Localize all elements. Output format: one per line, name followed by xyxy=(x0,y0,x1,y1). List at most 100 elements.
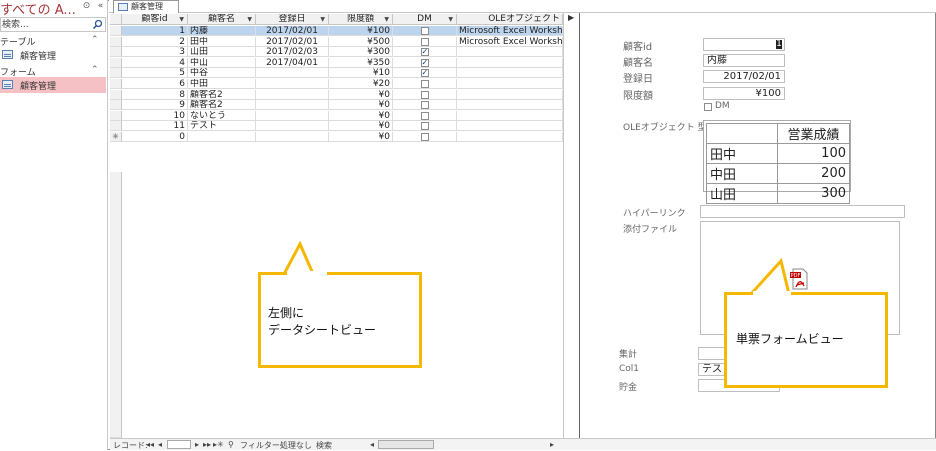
cell-id[interactable]: 3 xyxy=(122,47,188,58)
cell-limit[interactable]: ¥500 xyxy=(329,36,393,47)
cell-name[interactable]: 中谷 xyxy=(188,68,256,79)
field-date-input[interactable]: 2017/02/01 xyxy=(703,70,785,83)
checkbox-unchecked-icon[interactable] xyxy=(420,133,429,141)
cell-name[interactable]: 田中 xyxy=(188,36,256,47)
cell-ole[interactable] xyxy=(457,100,563,111)
cell-date[interactable] xyxy=(256,89,329,100)
search-icon[interactable] xyxy=(92,19,103,30)
cell-limit[interactable]: ¥0 xyxy=(329,100,393,111)
dm-cell[interactable] xyxy=(393,110,457,121)
nav-item-form-customer[interactable]: 顧客管理 xyxy=(0,77,106,93)
prev-record-button[interactable]: ◂ xyxy=(158,440,162,449)
cell-id[interactable]: 9 xyxy=(122,100,188,111)
checkbox-checked-icon[interactable]: ✓ xyxy=(420,48,429,57)
row-selector[interactable] xyxy=(110,121,122,132)
nav-pane-header[interactable]: すべての A... ⊙ « xyxy=(0,0,108,18)
table-row[interactable]: 5 中谷 ¥10 ✓ xyxy=(110,68,563,79)
cell-name[interactable]: テスト xyxy=(188,121,256,132)
cell-date[interactable]: 2017/02/01 xyxy=(256,36,329,47)
cell-name[interactable]: ないとう xyxy=(188,110,256,121)
nav-pane-title[interactable]: すべての A... xyxy=(0,0,76,18)
cell-limit[interactable]: ¥0 xyxy=(329,132,393,142)
row-selector[interactable] xyxy=(110,57,122,68)
cell-limit[interactable]: ¥20 xyxy=(329,79,393,89)
field-name-input[interactable]: 内藤 xyxy=(703,54,785,67)
table-row[interactable]: 3 山田 2017/02/03 ¥300 ✓ xyxy=(110,47,563,58)
dm-cell[interactable] xyxy=(393,79,457,89)
cell-limit[interactable]: ¥0 xyxy=(329,89,393,100)
dm-checkbox[interactable] xyxy=(704,103,712,111)
cell-ole[interactable] xyxy=(457,47,563,58)
table-row[interactable]: 2 田中 2017/02/01 ¥500 Microsoft Excel Worksh xyxy=(110,36,563,47)
new-record-row[interactable]: ✳ 0 ¥0 xyxy=(110,132,563,142)
row-selector[interactable] xyxy=(110,36,122,47)
dm-cell[interactable]: ✓ xyxy=(393,47,457,58)
column-header-name[interactable]: 顧客名 ▼ xyxy=(188,14,256,25)
checkbox-checked-icon[interactable]: ✓ xyxy=(420,69,429,78)
cell-date[interactable] xyxy=(256,110,329,121)
dm-cell[interactable] xyxy=(393,132,457,142)
cell-limit[interactable]: ¥100 xyxy=(329,26,393,36)
table-row[interactable]: 4 中山 2017/04/01 ¥350 ✓ xyxy=(110,57,563,68)
nav-item-table-customer[interactable]: 顧客管理 xyxy=(0,47,106,63)
cell-id[interactable]: 2 xyxy=(122,36,188,47)
cell-id[interactable]: 1 xyxy=(122,26,188,36)
cell-name[interactable]: 中田 xyxy=(188,79,256,89)
cell-id[interactable]: 11 xyxy=(122,121,188,132)
sort-dropdown-icon[interactable]: ▼ xyxy=(448,14,453,25)
checkbox-unchecked-icon[interactable] xyxy=(420,37,429,46)
nav-search-input[interactable] xyxy=(1,18,89,31)
column-header-limit[interactable]: 限度額 ▼ xyxy=(329,14,393,25)
sort-dropdown-icon[interactable]: ▼ xyxy=(320,14,325,25)
chevron-up-icon[interactable]: ⌃ xyxy=(91,35,99,45)
row-selector[interactable] xyxy=(110,110,122,121)
first-record-button[interactable]: ◂◂ xyxy=(146,440,154,449)
dm-cell[interactable] xyxy=(393,89,457,100)
tab-customer-management[interactable]: 顧客管理 xyxy=(113,0,179,13)
row-selector[interactable] xyxy=(110,100,122,111)
dm-cell[interactable]: ✓ xyxy=(393,57,457,68)
table-row[interactable]: 8 顧客名2 ¥0 xyxy=(110,89,563,100)
dm-cell[interactable]: ✓ xyxy=(393,68,457,79)
table-row[interactable]: 10 ないとう ¥0 xyxy=(110,110,563,121)
cell-date[interactable]: 2017/02/03 xyxy=(256,47,329,58)
row-selector[interactable]: ✳ xyxy=(110,132,122,142)
cell-id[interactable]: 0 xyxy=(122,132,188,142)
select-all-corner[interactable] xyxy=(110,14,122,25)
scroll-right-icon[interactable]: ▸ xyxy=(550,440,554,449)
next-record-button[interactable]: ▸ xyxy=(195,440,199,449)
row-selector[interactable] xyxy=(110,68,122,79)
cell-name[interactable]: 内藤 xyxy=(188,26,256,36)
last-record-button[interactable]: ▸▸ xyxy=(203,440,211,449)
splitter-arrow-icon[interactable]: ▶ xyxy=(568,13,574,22)
cell-id[interactable]: 8 xyxy=(122,89,188,100)
sort-dropdown-icon[interactable]: ▼ xyxy=(179,14,184,25)
cell-date[interactable]: 2017/02/01 xyxy=(256,26,329,36)
table-row[interactable]: 6 中田 ¥20 xyxy=(110,79,563,89)
cell-date[interactable] xyxy=(256,68,329,79)
checkbox-unchecked-icon[interactable] xyxy=(420,111,429,120)
cell-name[interactable]: 中山 xyxy=(188,57,256,68)
dm-cell[interactable] xyxy=(393,36,457,47)
cell-id[interactable]: 5 xyxy=(122,68,188,79)
column-header-id[interactable]: 顧客id ▼ xyxy=(122,14,188,25)
filter-icon[interactable]: ⚲ xyxy=(228,440,234,449)
cell-date[interactable] xyxy=(256,121,329,132)
cell-ole[interactable] xyxy=(457,89,563,100)
row-selector[interactable] xyxy=(110,89,122,100)
column-header-dm[interactable]: DM ▼ xyxy=(393,14,457,25)
filter-status[interactable]: フィルター処理なし xyxy=(240,440,312,451)
cell-name[interactable]: 山田 xyxy=(188,47,256,58)
cell-limit[interactable]: ¥350 xyxy=(329,57,393,68)
new-record-button[interactable]: ▸✳ xyxy=(213,440,224,449)
cell-ole[interactable] xyxy=(457,79,563,89)
nav-dropdown-icon[interactable]: ⊙ xyxy=(81,1,92,12)
checkbox-unchecked-icon[interactable] xyxy=(420,101,429,110)
column-header-ole[interactable]: OLEオブジェクト xyxy=(457,14,563,25)
cell-id[interactable]: 4 xyxy=(122,57,188,68)
table-row[interactable]: 1 内藤 2017/02/01 ¥100 Microsoft Excel Worksh xyxy=(110,26,563,36)
dm-cell[interactable] xyxy=(393,100,457,111)
cell-ole[interactable]: Microsoft Excel Worksh xyxy=(457,36,563,47)
cell-date[interactable] xyxy=(256,79,329,89)
table-row[interactable]: 11 テスト ¥0 xyxy=(110,121,563,132)
